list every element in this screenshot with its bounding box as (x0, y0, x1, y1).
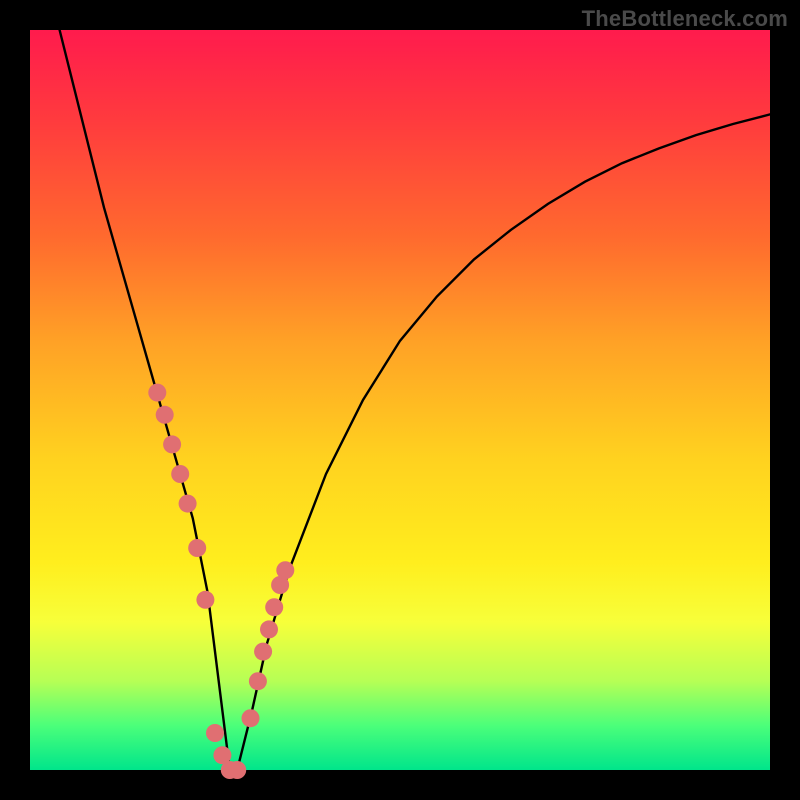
watermark-text: TheBottleneck.com (582, 6, 788, 32)
highlight-dot (228, 761, 246, 779)
chart-frame: TheBottleneck.com (0, 0, 800, 800)
highlight-dots (148, 384, 294, 779)
highlight-dot (260, 620, 278, 638)
highlight-dot (179, 495, 197, 513)
curve-layer (30, 30, 770, 770)
highlight-dot (148, 384, 166, 402)
highlight-dot (188, 539, 206, 557)
plot-area (30, 30, 770, 770)
highlight-dot (254, 643, 272, 661)
highlight-dot (171, 465, 189, 483)
highlight-dot (206, 724, 224, 742)
highlight-dot (163, 435, 181, 453)
highlight-dot (242, 709, 260, 727)
bottleneck-curve (60, 30, 770, 770)
highlight-dot (265, 598, 283, 616)
highlight-dot (249, 672, 267, 690)
highlight-dot (156, 406, 174, 424)
highlight-dot (276, 561, 294, 579)
highlight-dot (196, 591, 214, 609)
